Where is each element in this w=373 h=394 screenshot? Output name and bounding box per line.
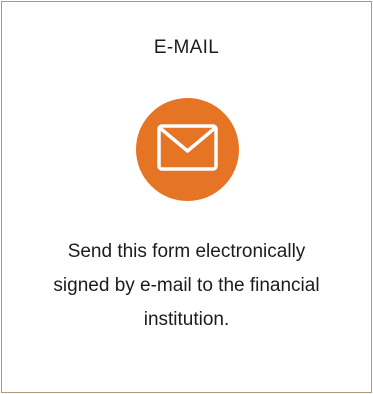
description-line: signed by e-mail to the financial	[53, 275, 320, 296]
email-option-card[interactable]: E-MAIL Send this form electronically sig…	[1, 1, 372, 393]
card-title: E-MAIL	[153, 37, 220, 58]
email-icon-badge	[136, 98, 239, 201]
description-line: institution.	[143, 309, 230, 330]
envelope-icon	[157, 124, 218, 171]
description-line: Send this form electronically	[67, 241, 306, 262]
card-description: Send this form electronically signed by …	[22, 235, 351, 337]
